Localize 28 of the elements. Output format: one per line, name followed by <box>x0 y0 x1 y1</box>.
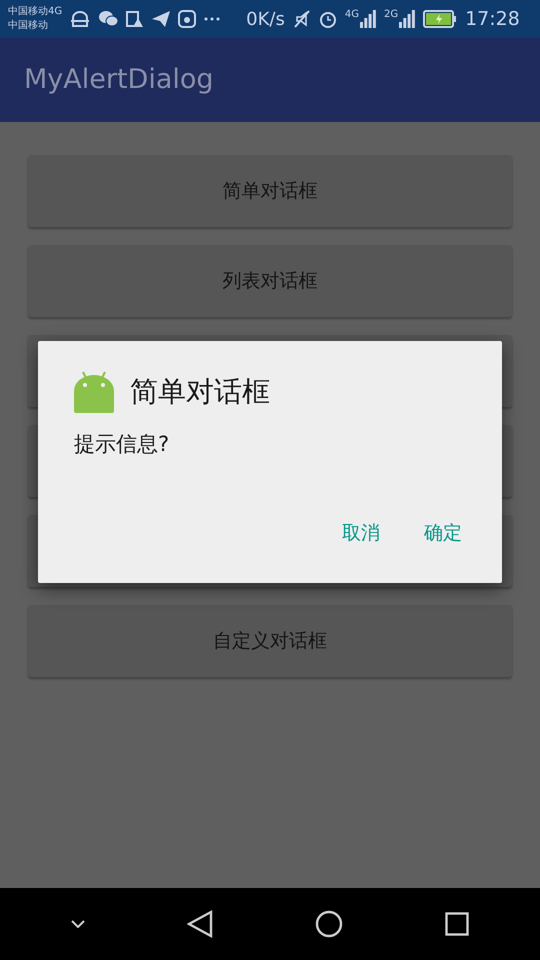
image-warning-icon <box>126 10 144 28</box>
carrier-label: 中国移动4G <box>8 5 62 19</box>
dialog-action-button[interactable]: 取消 <box>328 512 394 553</box>
clock: 17:28 <box>465 6 520 32</box>
dialog-option-button[interactable]: 自定义对话框 <box>28 605 512 677</box>
signal-icon <box>399 10 416 28</box>
dialog-title: 简单对话框 <box>130 374 270 410</box>
battery-charging-icon <box>423 10 458 28</box>
signal-icon <box>360 10 376 28</box>
home-icon[interactable] <box>315 910 343 938</box>
dialog-option-button[interactable]: 列表对话框 <box>28 245 512 317</box>
back-icon[interactable] <box>187 910 213 938</box>
chat-bubbles-icon <box>98 10 118 28</box>
more-icon <box>204 17 220 21</box>
network-type-label: 4G <box>344 10 359 20</box>
paper-plane-icon <box>152 11 170 27</box>
alarm-icon <box>318 10 337 28</box>
dialog-action-button[interactable]: 确定 <box>410 512 476 553</box>
app-icon <box>178 10 196 28</box>
network-speed: 0K/s <box>246 8 285 32</box>
muted-icon <box>292 10 311 28</box>
recents-icon[interactable] <box>445 912 469 936</box>
dialog-option-button[interactable]: 简单对话框 <box>28 155 512 227</box>
carrier-label: 中国移动 <box>8 19 49 33</box>
dialog-message: 提示信息? <box>74 431 170 458</box>
chevron-down-icon[interactable] <box>71 920 85 928</box>
app-title: MyAlertDialog <box>24 62 214 97</box>
network-type-label: 2G <box>384 10 398 20</box>
